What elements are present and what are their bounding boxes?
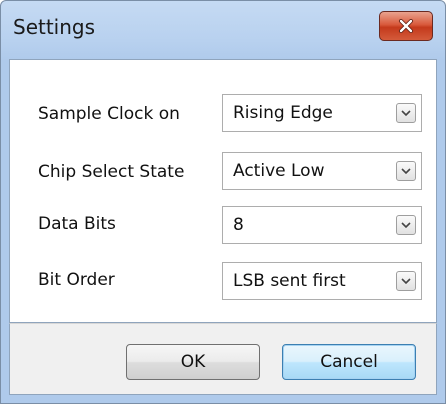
data-bits-label: Data Bits xyxy=(38,214,116,234)
sample-clock-label: Sample Clock on xyxy=(38,104,180,124)
settings-panel: Sample Clock on Rising Edge Chip Select … xyxy=(9,59,437,323)
bit-order-value: LSB sent first xyxy=(233,271,346,291)
sample-clock-value: Rising Edge xyxy=(233,103,333,123)
settings-dialog: Settings Sample Clock on Rising Edge Chi… xyxy=(0,0,446,404)
data-bits-value: 8 xyxy=(233,215,244,235)
chip-select-value: Active Low xyxy=(233,161,325,181)
dialog-title: Settings xyxy=(13,15,96,39)
chevron-down-icon[interactable] xyxy=(396,103,416,123)
chevron-down-icon[interactable] xyxy=(396,271,416,291)
chevron-down-icon[interactable] xyxy=(396,215,416,235)
chip-select-state-select[interactable]: Active Low xyxy=(222,152,422,190)
title-bar[interactable]: Settings xyxy=(1,1,445,61)
cancel-button[interactable]: Cancel xyxy=(282,344,416,380)
sample-clock-select[interactable]: Rising Edge xyxy=(222,94,422,132)
bit-order-label: Bit Order xyxy=(38,270,115,290)
chevron-down-icon[interactable] xyxy=(396,161,416,181)
ok-button[interactable]: OK xyxy=(126,344,260,380)
button-bar: OK Cancel xyxy=(9,323,437,395)
chip-select-label: Chip Select State xyxy=(38,162,185,182)
close-icon xyxy=(398,19,414,33)
bit-order-select[interactable]: LSB sent first xyxy=(222,262,422,300)
close-button[interactable] xyxy=(379,11,433,41)
data-bits-select[interactable]: 8 xyxy=(222,206,422,244)
